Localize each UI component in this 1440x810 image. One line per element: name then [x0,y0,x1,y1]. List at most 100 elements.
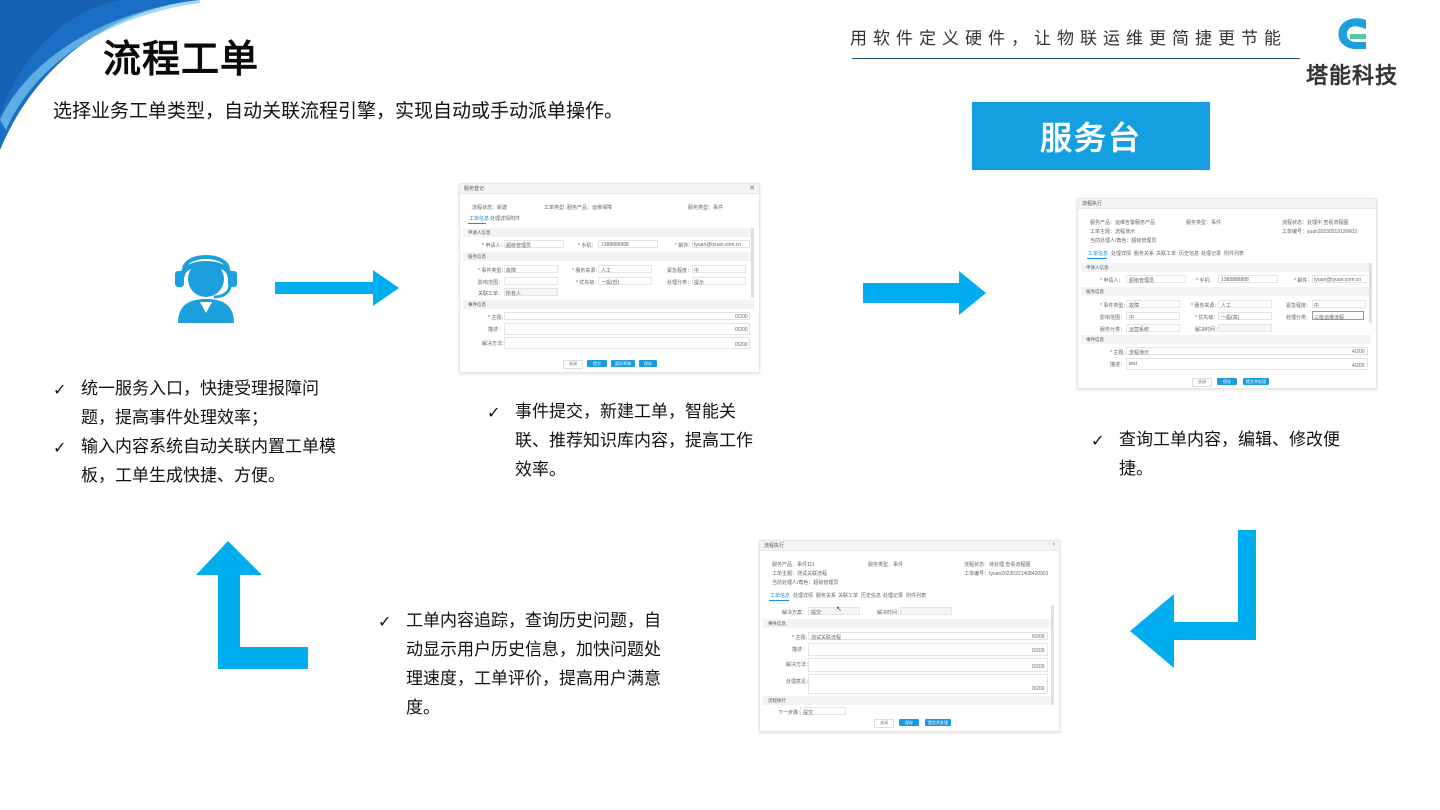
screen-text: * 手机： [1196,278,1215,284]
tab-ticket-info[interactable]: 工单信息 [770,592,790,599]
screen-text: * 服务来源： [1191,303,1220,309]
screen-text: * 事件类型： [1100,303,1129,309]
scrollbar[interactable] [751,228,754,298]
tab-attachments[interactable]: 附件列表 [1224,250,1244,257]
arrow-down-left-icon [1130,530,1256,668]
tab-service-relations[interactable]: 服务关系 [1134,250,1154,257]
section-header: 流程执行 [763,696,1054,705]
bullets-middle: ✓ 事件提交，新建工单，智能关联、推荐知识库内容，提高工作效率。 [487,398,767,485]
form-field[interactable] [1126,312,1180,320]
window-titlebar: 流程执行 [1078,199,1376,209]
tab-linked-tickets[interactable]: 关联工单 [1156,250,1176,257]
section-header: 申请人信息 [463,228,754,237]
tab-history[interactable]: 历史信息 [861,592,881,599]
tab-history[interactable]: 历史信息 [1179,250,1199,257]
screen-text: 超级管理员 [1129,278,1155,284]
active-tab-indicator [769,600,789,601]
form-field[interactable] [1312,300,1366,308]
active-tab-indicator [1087,258,1107,259]
close-button[interactable]: 关闭 [563,360,583,369]
screen-text: 流程状态：待处理 查看流程图 [964,562,1031,568]
screen-text: 解决时间： [877,610,903,616]
slogan-underline [852,58,1300,59]
submit-and-process-button[interactable]: 提交并处理 [925,719,951,726]
screen-text: 处理分类： [667,280,693,286]
active-tab-indicator [468,223,486,224]
scrollbar[interactable] [1369,263,1372,323]
screen-text: * 申请人： [482,243,506,249]
tab-details[interactable]: 处理详情 [490,215,510,222]
screen-text: 6/200 [1032,634,1045,640]
tab-records[interactable]: 处理记录 [1201,250,1221,257]
screen-text: 关联工单： [478,291,504,297]
screen-text: * 手机： [578,243,597,249]
screen-text: 流程演示 [1129,350,1150,356]
form-field[interactable] [504,277,558,285]
screen-text: 服务类型：事件 [688,205,724,211]
window-titlebar: 服务登记 [460,184,759,194]
form-field[interactable] [808,643,1048,656]
tab-records[interactable]: 处理记录 [883,592,903,599]
bullets-right: ✓ 查询工单内容，编辑、修改便捷。 [1091,426,1361,484]
submit-and-process-button[interactable]: 提交并处理 [1243,378,1269,385]
checkmark-icon: ✓ [53,380,67,399]
screen-text: tyuan@tyuan.com.cn [694,242,742,248]
submit-button[interactable]: 提交 [587,360,607,367]
save-button[interactable]: 保存 [899,719,919,726]
scrollbar[interactable] [1051,605,1054,705]
tab-details[interactable]: 处理详情 [1111,250,1131,257]
screen-text: 流程执行 [1082,201,1103,207]
section-header: 事件信息 [763,619,1054,628]
section-header: 申请人信息 [1081,263,1371,272]
form-field[interactable] [808,632,1048,640]
screen-text: 流程状态：新建 [472,205,508,211]
tab-attachments[interactable]: 附件列表 [906,592,926,599]
screen-text: 0/200 [735,314,748,320]
save-button[interactable]: 保存 [1217,378,1237,385]
screen-text: 工单编号：tyuan20230221408420901 [964,571,1049,577]
save-draft-button[interactable]: 暂存草稿 [611,360,635,367]
bullet-item: ✓ 查询工单内容，编辑、修改便捷。 [1091,426,1361,484]
save-button[interactable]: 保存 [639,360,657,367]
screen-text: 工单主题：测试关联流程 [772,571,828,577]
form-field[interactable] [808,658,1048,672]
section-header: 服务信息 [1081,287,1371,296]
close-button[interactable]: 关闭 [874,719,894,728]
screen-text: test [1129,361,1138,367]
screen-text: 0/200 [1032,686,1045,692]
screen-text: 0/200 [1032,648,1045,654]
tab-ticket-info[interactable]: 工单信息 [469,215,489,222]
screen-text: 紧急程度： [667,268,693,274]
screen-text: 处理分类： [1286,315,1312,321]
close-button[interactable]: 关闭 [1192,378,1212,387]
tab-ticket-info[interactable]: 工单信息 [1088,250,1108,257]
view-ticket-screenshot: 流程执行 服务产品：运维告警服务产品 服务类型：事件 流程状态：处理中 查看流程… [1077,198,1377,389]
screen-text: 事件信息 [468,302,486,307]
form-field[interactable] [692,265,746,273]
form-field[interactable] [504,323,750,335]
screen-text: 流程执行 [764,543,785,549]
tab-linked-tickets[interactable]: 关联工单 [838,592,858,599]
screen-text: 三级运维流程 [1314,315,1345,321]
close-icon[interactable]: ✕ [749,184,755,192]
bullet-item: ✓ 统一服务入口，快捷受理报障问题，提高事件处理效率； [53,375,343,433]
screen-text: 事件信息 [768,621,786,626]
form-field[interactable] [808,674,1048,694]
tab-attachments[interactable]: 附件 [510,215,520,222]
bullet-item: ✓ 输入内容系统自动关联内置工单模板，工单生成快捷、方便。 [53,433,343,491]
checkmark-icon: ✓ [53,438,67,457]
tab-service-relations[interactable]: 服务关系 [816,592,836,599]
form-field[interactable] [1218,324,1272,332]
screen-text: * 优先级： [576,280,600,286]
screen-text: 描述： [488,327,504,333]
form-field[interactable] [900,607,952,615]
tab-details[interactable]: 处理详情 [793,592,813,599]
checkmark-icon: ✓ [487,403,501,422]
form-field[interactable] [1126,347,1368,355]
form-field[interactable] [504,312,750,320]
form-field[interactable] [504,337,750,349]
form-field[interactable] [1126,358,1368,370]
bullet-text: 统一服务入口，快捷受理报障问题，提高事件处理效率； [81,379,319,428]
chevron-right-icon[interactable]: › [1053,541,1055,548]
screen-text: * 服务来源： [572,268,601,274]
